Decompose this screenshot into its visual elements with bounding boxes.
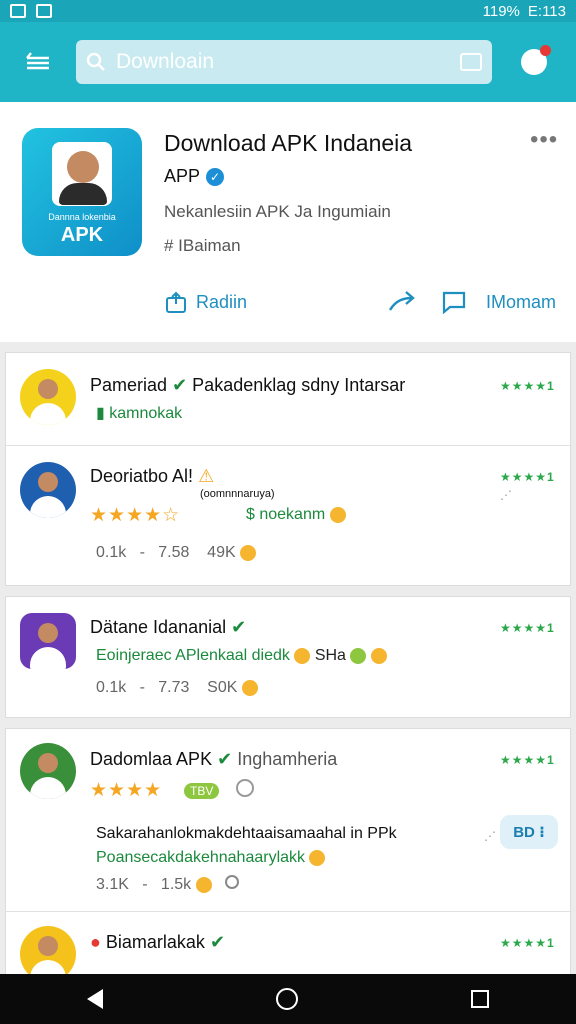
list-item[interactable]: Deoriatbo Al! ⚠ (oomnnnaruya) ★★★★1 ⋰ ★★… xyxy=(6,446,572,587)
clock: E:113 xyxy=(527,2,566,20)
avatar xyxy=(20,743,76,799)
review-group-2: Dätane Idananial ✔ ★★★★1 Eoinjeraec APle… xyxy=(5,596,571,718)
status-badge: TBV xyxy=(184,783,220,799)
item-line-2: Poansecakdakehnahaarylakk xyxy=(96,849,326,867)
featured-app-card: Dannna lokenbia APK Download APK Indanei… xyxy=(0,102,576,342)
comment-button-label: IMomam xyxy=(486,291,557,312)
item-title: Deoriatbo Al! ⚠ xyxy=(90,466,215,486)
list-item[interactable]: ● Biamarlakak ✔ ★★★★1 xyxy=(6,912,572,982)
list-item[interactable]: Dadomlaa APK ✔ Inghamheria ★★★★1 ★★★★ TB… xyxy=(6,729,572,911)
comment-icon xyxy=(442,291,466,314)
developer: APP ✓ xyxy=(164,166,225,187)
top-app-bar: Downloain xyxy=(0,22,576,102)
item-line-1: Sakarahanlokmakdehtaaisamaahal in PPk xyxy=(96,825,397,842)
item-note: (oomnnnaruya) xyxy=(200,488,275,500)
status-bar: 119% E:113 xyxy=(0,0,576,22)
menu-icon[interactable] xyxy=(0,22,76,102)
more-options-icon[interactable]: ••• xyxy=(530,126,558,154)
share-arrow-icon xyxy=(388,291,415,311)
star-rating: ★★★★ xyxy=(90,780,163,801)
back-icon[interactable] xyxy=(86,989,103,1009)
system-nav-bar xyxy=(0,974,576,1024)
item-title: Pameriad ✔ Pakadenklag sdny Intarsar xyxy=(90,375,406,395)
item-title: ● Biamarlakak ✔ xyxy=(90,932,226,952)
share-box-icon xyxy=(166,291,186,313)
item-stats: 0.1k - 7.58 49K xyxy=(96,544,257,562)
avatar xyxy=(20,369,76,425)
battery-text: 119% xyxy=(482,2,520,20)
item-stats: 3.1K - 1.5k xyxy=(96,875,239,894)
review-group-1: Pameriad ✔ Pakadenklag sdny Intarsar ★★★… xyxy=(5,352,572,587)
rating-stars: ★★★★1 xyxy=(500,379,555,393)
avatar xyxy=(20,462,76,518)
search-input[interactable]: Downloain xyxy=(76,40,492,84)
app-description: Nekanlesiin APK Ja Ingumiain xyxy=(164,202,391,221)
search-query[interactable]: Downloain xyxy=(116,50,460,74)
status-icons-right: 119% E:113 xyxy=(483,3,566,20)
item-stats: 0.1k - 7.73 S0K xyxy=(96,679,258,697)
item-green-text: $ noekanm xyxy=(246,506,346,524)
share-icon[interactable]: ⋰ xyxy=(484,829,496,843)
developer-name: APP xyxy=(164,166,201,186)
app-icon-caption: Dannna lokenbia xyxy=(48,212,116,222)
app-tag: # IBaiman xyxy=(164,236,241,255)
read-button[interactable]: Radiin xyxy=(164,290,247,314)
info-icon[interactable] xyxy=(236,779,254,797)
app-icon-label: APK xyxy=(60,224,104,246)
review-group-3: Dadomlaa APK ✔ Inghamheria ★★★★1 ★★★★ TB… xyxy=(5,728,572,982)
list-item[interactable]: Pameriad ✔ Pakadenklag sdny Intarsar ★★★… xyxy=(6,353,572,445)
app-icon-photo xyxy=(52,142,112,206)
share-icon[interactable]: ⋰ xyxy=(500,488,512,502)
app-title: Download APK Indaneia xyxy=(164,130,413,156)
verified-icon: ✓ xyxy=(206,167,225,186)
action-button[interactable]: BD ⁝ xyxy=(500,815,558,849)
rating-stars: ★★★★1 xyxy=(500,936,555,950)
camera-icon[interactable] xyxy=(460,53,482,71)
read-button-label: Radiin xyxy=(196,291,248,312)
item-title: Dadomlaa APK ✔ Inghamheria xyxy=(90,749,338,769)
recents-icon[interactable] xyxy=(471,990,490,1008)
status-icons-left xyxy=(10,4,52,18)
rating-stars: ★★★★1 xyxy=(500,753,555,767)
list-item[interactable]: Dätane Idananial ✔ ★★★★1 Eoinjeraec APle… xyxy=(6,597,572,719)
rating-stars: ★★★★1 xyxy=(500,470,555,484)
notification-icon[interactable] xyxy=(492,22,576,102)
search-icon xyxy=(86,52,105,71)
star-rating: ★★★★☆ xyxy=(90,505,181,526)
app-icon[interactable]: Dannna lokenbia APK xyxy=(22,128,142,256)
item-subtitle: Eoinjeraec APlenkaal diedk SHa xyxy=(96,647,387,665)
avatar xyxy=(20,613,76,669)
item-badge: ▮ kamnokak xyxy=(96,405,183,422)
home-icon[interactable] xyxy=(275,988,298,1010)
rating-stars: ★★★★1 xyxy=(500,621,555,635)
item-title: Dätane Idananial ✔ xyxy=(90,617,247,637)
comment-button[interactable]: IMomam xyxy=(388,290,556,314)
